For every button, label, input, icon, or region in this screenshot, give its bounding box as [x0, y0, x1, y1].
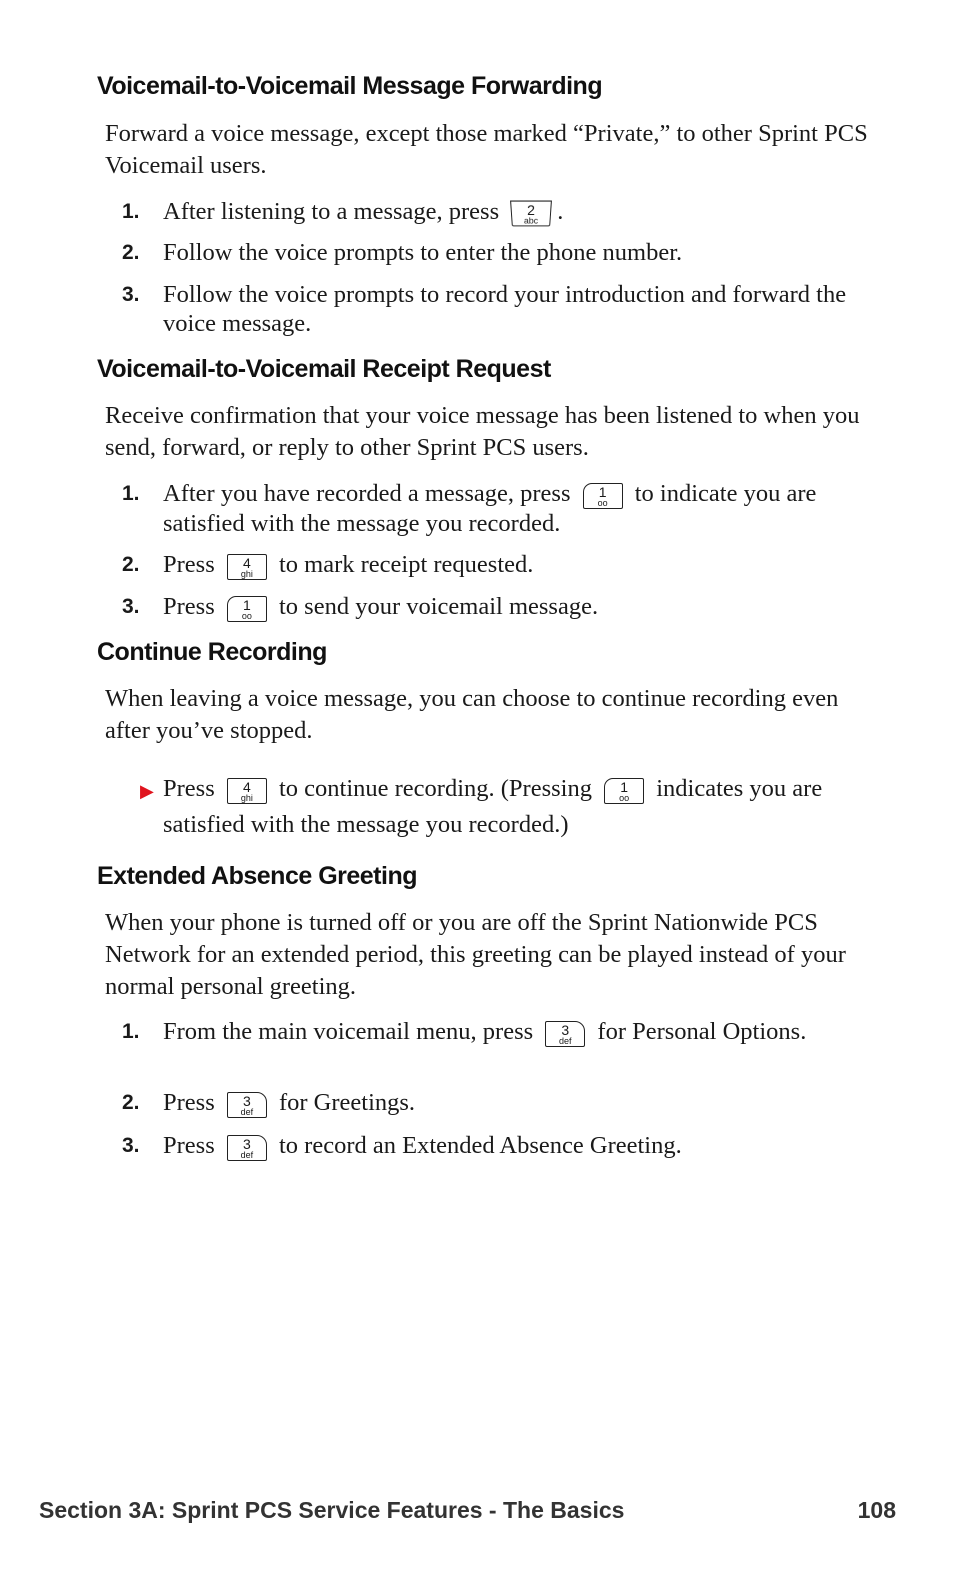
list-item: 3. Follow the voice prompts to record yo…: [122, 280, 862, 338]
key-4-icon: 4 ghi: [226, 778, 267, 804]
list-item: 1. From the main voicemail menu, press 3…: [122, 1018, 807, 1047]
step-number: 1.: [122, 1020, 140, 1043]
list-item: 1. After you have recorded a message, pr…: [122, 480, 817, 537]
bullet-item: ▶ Press 4 ghi to continue recording. (Pre…: [140, 775, 823, 838]
list-item: 2. Follow the voice prompts to enter the…: [122, 238, 862, 267]
key-1-icon: 1 oo: [226, 596, 267, 622]
step-number: 2.: [122, 241, 140, 264]
step-text: Press: [163, 551, 221, 578]
section-intro-extended-absence: When your phone is turned off or you are…: [105, 909, 846, 1000]
section-heading-forwarding: Voicemail-to-Voicemail Message Forwardin…: [97, 72, 603, 100]
list-item: 1. After listening to a message, press 2…: [122, 198, 564, 227]
step-number: 2.: [122, 553, 140, 576]
step-number: 3.: [122, 1134, 140, 1157]
step-number: 2.: [122, 1091, 140, 1114]
list-item: 3. Press 1 oo to send your voicemail mess…: [122, 593, 599, 622]
step-text: Press: [163, 1089, 221, 1116]
step-text: Follow the voice prompts to enter the ph…: [163, 239, 683, 266]
step-number: 3.: [122, 595, 140, 618]
section-intro-forwarding: Forward a voice message, except those ma…: [105, 120, 868, 179]
section-heading-continue-recording: Continue Recording: [97, 638, 327, 666]
list-item: 2. Press 4 ghi to mark receipt requested.: [122, 551, 534, 580]
section-heading-extended-absence: Extended Absence Greeting: [97, 862, 418, 890]
list-item: 3. Press 3 def to record an Extended Abse…: [122, 1132, 682, 1161]
list-item: 2. Press 3 def for Greetings.: [122, 1089, 416, 1118]
section-heading-receipt-request: Voicemail-to-Voicemail Receipt Request: [97, 355, 551, 383]
section-intro-receipt-request: Receive confirmation that your voice mes…: [105, 402, 860, 461]
footer-section-title: Section 3A: Sprint PCS Service Features …: [39, 1497, 625, 1523]
step-text: After you have recorded a message, press: [163, 480, 577, 507]
step-text: Press: [163, 593, 221, 620]
key-3-icon: 3 def: [226, 1135, 267, 1161]
key-3-icon: 3 def: [545, 1021, 586, 1047]
step-number: 1.: [122, 200, 140, 223]
key-1-icon: 1 oo: [604, 778, 645, 804]
step-text: From the main voicemail menu, press: [163, 1018, 540, 1045]
step-number: 1.: [122, 482, 140, 505]
section-intro-continue-recording: When leaving a voice message, you can ch…: [105, 685, 839, 744]
key-2-icon: 2 abc: [510, 200, 553, 227]
step-text: Press: [163, 1132, 221, 1159]
step-number: 3.: [122, 283, 140, 306]
step-text: Follow the voice prompts to record your …: [163, 281, 847, 337]
step-text: After listening to a message, press: [163, 198, 506, 225]
bullet-arrow-icon: ▶: [140, 781, 154, 801]
key-4-icon: 4 ghi: [226, 554, 267, 580]
page-number: 108: [857, 1497, 896, 1523]
key-1-icon: 1 oo: [582, 483, 623, 509]
key-3-icon: 3 def: [226, 1092, 267, 1118]
